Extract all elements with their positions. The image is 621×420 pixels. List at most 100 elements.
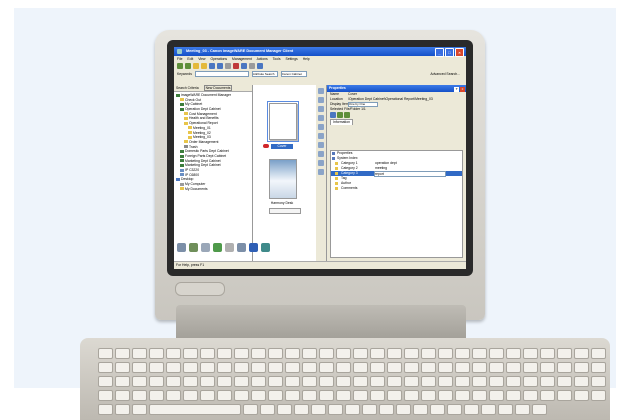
share-icon[interactable] [261, 242, 270, 252]
new-documents-button[interactable]: New Documents [203, 85, 233, 91]
fax-icon[interactable] [237, 242, 246, 252]
field-icon [335, 187, 338, 190]
keyboard-key [200, 362, 215, 373]
tool-icon[interactable] [318, 115, 324, 121]
selected-value: 1/1 [361, 107, 366, 111]
keyboard-key [353, 376, 368, 387]
tool-icon[interactable] [318, 124, 324, 130]
keywords-input[interactable] [194, 70, 249, 77]
keyboard-key [166, 376, 181, 387]
document-view: Cover Harmony Desk [253, 85, 316, 261]
menu-tools[interactable]: Tools [273, 57, 281, 61]
keyboard-key [464, 404, 479, 415]
menu-actions[interactable]: Actions [257, 57, 268, 61]
tool-icon[interactable] [318, 97, 324, 103]
view-icon[interactable] [249, 63, 255, 69]
tool-icon[interactable] [318, 88, 324, 94]
settings-icon[interactable] [257, 63, 263, 69]
keyboard-key [387, 362, 402, 373]
maximize-button[interactable]: □ [445, 48, 454, 57]
document-thumbnail[interactable] [269, 159, 297, 199]
close-properties-button[interactable]: × [460, 87, 465, 92]
keyboard-key [98, 348, 113, 359]
document-label[interactable]: Cover [271, 144, 293, 149]
menu-view[interactable]: View [198, 57, 205, 61]
document-label[interactable]: Harmony Desk [265, 201, 299, 205]
tool-icon[interactable] [318, 142, 324, 148]
import-icon[interactable] [201, 242, 210, 252]
properties-icon[interactable] [241, 63, 247, 69]
tool-icon[interactable] [318, 133, 324, 139]
keyboard-key [515, 404, 530, 415]
back-icon[interactable] [336, 112, 343, 118]
close-button[interactable]: × [455, 48, 464, 57]
keyboard-key [285, 362, 300, 373]
tool-icon[interactable] [318, 160, 324, 166]
forward-icon[interactable] [343, 112, 350, 118]
copy-icon[interactable] [217, 63, 223, 69]
help-button[interactable]: ? [454, 87, 459, 92]
keyboard-key [540, 348, 555, 359]
keyboard-key [251, 376, 266, 387]
tool-icon[interactable] [318, 169, 324, 175]
tree-node[interactable]: My Documents [176, 187, 250, 192]
minimize-button[interactable]: _ [435, 48, 444, 57]
page-navigator[interactable] [269, 208, 301, 214]
keyboard-key [115, 376, 130, 387]
keyboard-key [523, 362, 538, 373]
document-icon[interactable] [209, 63, 215, 69]
scan-icon[interactable] [177, 242, 186, 252]
keyboard-key [251, 348, 266, 359]
keyboard-key [370, 362, 385, 373]
library-icon [176, 93, 180, 97]
keyboard-key [200, 390, 215, 401]
recycle-icon[interactable] [189, 242, 198, 252]
menu-operations[interactable]: Operations [210, 57, 227, 61]
keyboard-key [200, 376, 215, 387]
tab-information[interactable]: Information [330, 119, 353, 125]
document-thumbnail[interactable] [269, 103, 297, 140]
vertical-toolbar [317, 85, 326, 261]
menu-file[interactable]: File [177, 57, 182, 61]
send-icon[interactable] [213, 242, 222, 252]
keyboard-key [353, 390, 368, 401]
delete-icon[interactable] [233, 63, 239, 69]
field-icon [335, 162, 338, 165]
keyboard-key [591, 362, 606, 373]
menu-edit[interactable]: Edit [187, 57, 193, 61]
tool-icon[interactable] [318, 106, 324, 112]
advanced-search-button[interactable]: Advanced Search... [430, 72, 460, 76]
back-icon[interactable] [177, 63, 183, 69]
cabinet-select[interactable]: Canon Cabinet [280, 70, 307, 77]
menu-help[interactable]: Help [303, 57, 310, 61]
print-icon[interactable] [225, 242, 234, 252]
print-icon[interactable] [225, 63, 231, 69]
folder-open-icon [184, 121, 188, 125]
attribute-search-select[interactable]: Attribute Search [251, 70, 278, 77]
open-folder-icon[interactable] [201, 63, 207, 69]
keyboard-key [132, 376, 147, 387]
keyboard-key [319, 390, 334, 401]
folder-icon [180, 187, 184, 191]
keyboard-key [311, 404, 326, 415]
desktop-icon [176, 177, 180, 181]
tool-icon[interactable] [318, 151, 324, 157]
save-icon[interactable] [330, 112, 336, 118]
property-row[interactable]: Comments [331, 186, 462, 191]
keyboard-key [404, 348, 419, 359]
folder-icon [184, 112, 188, 116]
folder-icon [184, 117, 188, 121]
keyboard-key [183, 390, 198, 401]
keyboard-key [387, 390, 402, 401]
keyboard-key [149, 362, 164, 373]
forward-icon[interactable] [185, 63, 191, 69]
keyboard-key [455, 362, 470, 373]
menu-settings[interactable]: Settings [285, 57, 297, 61]
annotation-icon [263, 144, 269, 148]
keyboard-key [217, 376, 232, 387]
search-criteria-label[interactable]: Search Criteria [176, 86, 199, 90]
convert-icon[interactable] [249, 242, 258, 252]
cabinet-icon [180, 154, 184, 158]
folder-up-icon[interactable] [193, 63, 199, 69]
menu-management[interactable]: Management [232, 57, 252, 61]
